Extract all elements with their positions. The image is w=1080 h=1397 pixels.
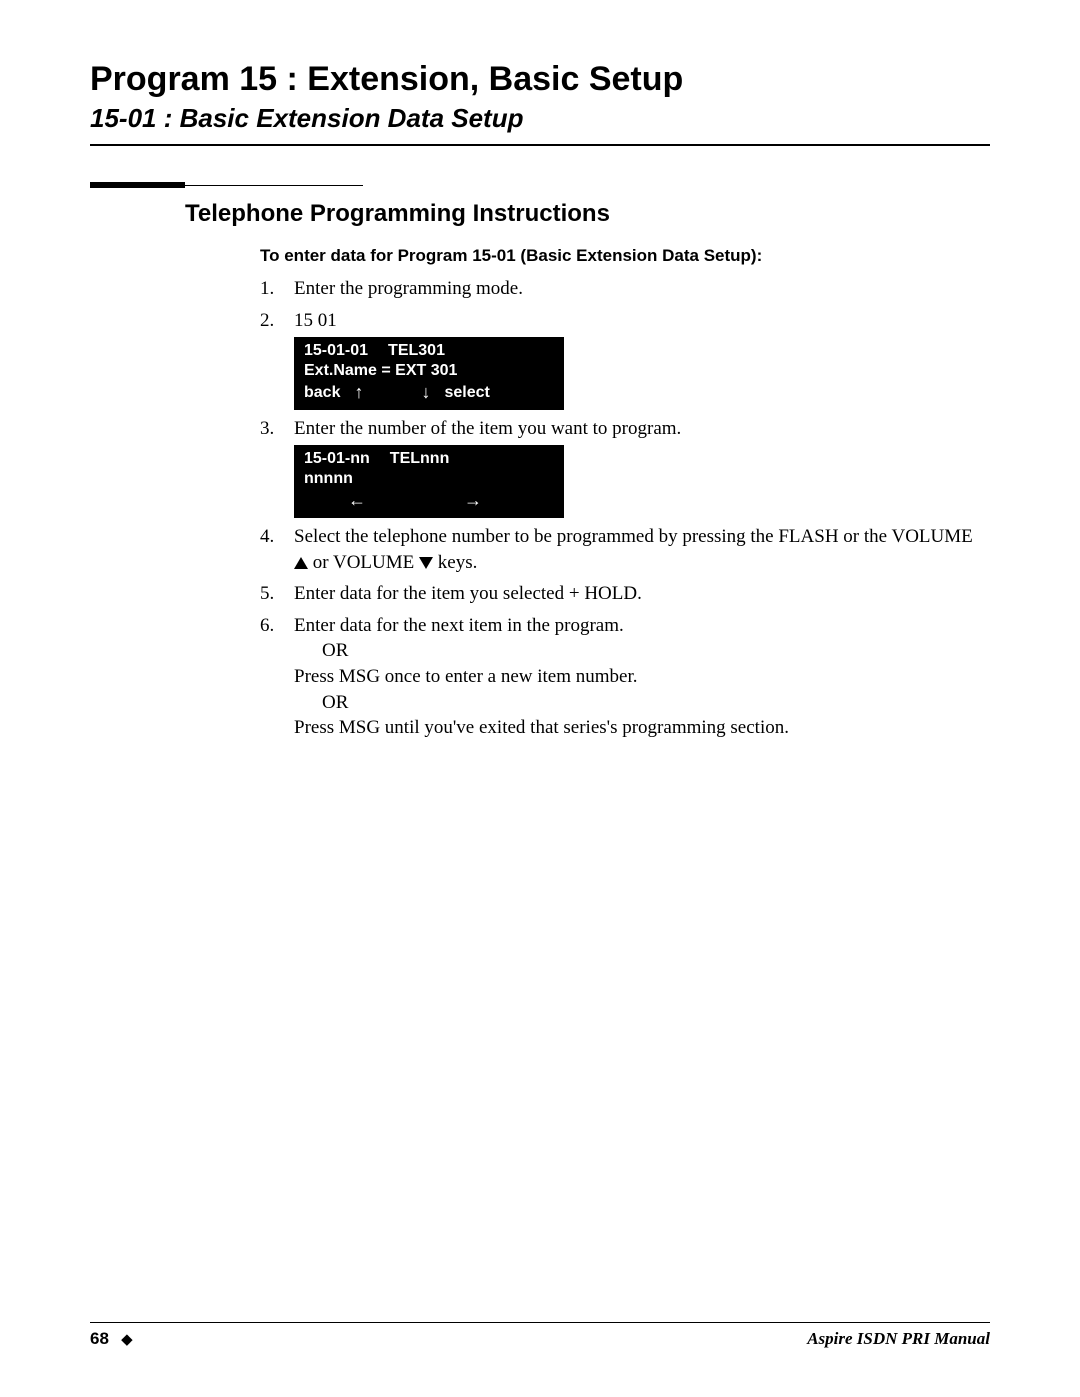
step-body: Select the telephone number to be progra… xyxy=(294,524,990,575)
step-or: OR xyxy=(294,640,348,661)
step-number: 4. xyxy=(260,524,294,575)
step-2: 2. 15 01 15-01-01 TEL301 Ext.Name = EXT … xyxy=(260,308,990,410)
lcd-value: nnnnn xyxy=(304,469,353,489)
section-rule xyxy=(90,176,990,194)
triangle-down-icon xyxy=(419,557,433,569)
step-text-b: or VOLUME xyxy=(308,552,419,573)
footer: 68 ◆ Aspire ISDN PRI Manual xyxy=(90,1322,990,1349)
steps-list: 1. Enter the programming mode. 2. 15 01 … xyxy=(90,276,990,741)
step-number: 3. xyxy=(260,416,294,518)
step-or: OR xyxy=(294,692,348,713)
lcd-row: back ↑ ↓ select xyxy=(304,381,554,404)
step-body: Enter data for the next item in the prog… xyxy=(294,613,990,741)
step-text: Enter data for the item you selected + H… xyxy=(294,581,990,607)
step-line: Enter data for the next item in the prog… xyxy=(294,615,624,636)
diamond-icon: ◆ xyxy=(121,1332,133,1348)
step-line: Press MSG once to enter a new item numbe… xyxy=(294,666,638,687)
lcd-select-label: select xyxy=(444,383,489,403)
step-text: Enter the programming mode. xyxy=(294,276,990,302)
step-line: Press MSG until you've exited that serie… xyxy=(294,717,789,738)
arrow-down-icon: ↓ xyxy=(421,381,430,404)
lcd-row: 15-01-01 TEL301 xyxy=(304,341,554,361)
step-text: Enter the number of the item you want to… xyxy=(294,418,681,439)
step-body: Enter the number of the item you want to… xyxy=(294,416,990,518)
section-intro: To enter data for Program 15-01 (Basic E… xyxy=(90,246,990,266)
thin-rule xyxy=(183,185,363,187)
divider xyxy=(90,144,990,146)
page-subtitle: 15-01 : Basic Extension Data Setup xyxy=(90,103,990,134)
triangle-up-icon xyxy=(294,557,308,569)
lcd-row: 15-01-nn TELnnn xyxy=(304,449,554,469)
lcd-row: Ext.Name = EXT 301 xyxy=(304,361,554,381)
lcd-row: ← → xyxy=(304,489,554,512)
step-text: 15 01 xyxy=(294,310,337,331)
lcd-display-1: 15-01-01 TEL301 Ext.Name = EXT 301 back … xyxy=(294,337,564,410)
thick-rule xyxy=(90,182,185,188)
arrow-right-icon: → xyxy=(464,489,482,512)
step-5: 5. Enter data for the item you selected … xyxy=(260,581,990,607)
lcd-tel: TELnnn xyxy=(390,449,450,469)
step-body: 15 01 15-01-01 TEL301 Ext.Name = EXT 301… xyxy=(294,308,990,410)
lcd-code: 15-01-01 xyxy=(304,341,368,361)
step-6: 6. Enter data for the next item in the p… xyxy=(260,613,990,741)
footer-left: 68 ◆ xyxy=(90,1329,133,1349)
lcd-back-label: back xyxy=(304,383,340,403)
lcd-code: 15-01-nn xyxy=(304,449,370,469)
page: Program 15 : Extension, Basic Setup 15-0… xyxy=(0,0,1080,1397)
lcd-row: nnnnn xyxy=(304,469,554,489)
step-number: 2. xyxy=(260,308,294,410)
lcd-display-2: 15-01-nn TELnnn nnnnn ← → xyxy=(294,445,564,518)
arrow-left-icon: ← xyxy=(348,489,366,512)
lcd-tel: TEL301 xyxy=(388,341,445,361)
step-1: 1. Enter the programming mode. xyxy=(260,276,990,302)
step-3: 3. Enter the number of the item you want… xyxy=(260,416,990,518)
step-number: 5. xyxy=(260,581,294,607)
lcd-extname: Ext.Name = EXT 301 xyxy=(304,361,457,381)
step-text-a: Select the telephone number to be progra… xyxy=(294,526,973,547)
section-title: Telephone Programming Instructions xyxy=(90,200,990,228)
arrow-up-icon: ↑ xyxy=(354,381,363,404)
page-number: 68 xyxy=(90,1329,109,1348)
step-number: 1. xyxy=(260,276,294,302)
step-number: 6. xyxy=(260,613,294,741)
page-title: Program 15 : Extension, Basic Setup xyxy=(90,60,990,99)
step-4: 4. Select the telephone number to be pro… xyxy=(260,524,990,575)
step-text-c: keys. xyxy=(433,552,477,573)
manual-name: Aspire ISDN PRI Manual xyxy=(807,1329,990,1349)
